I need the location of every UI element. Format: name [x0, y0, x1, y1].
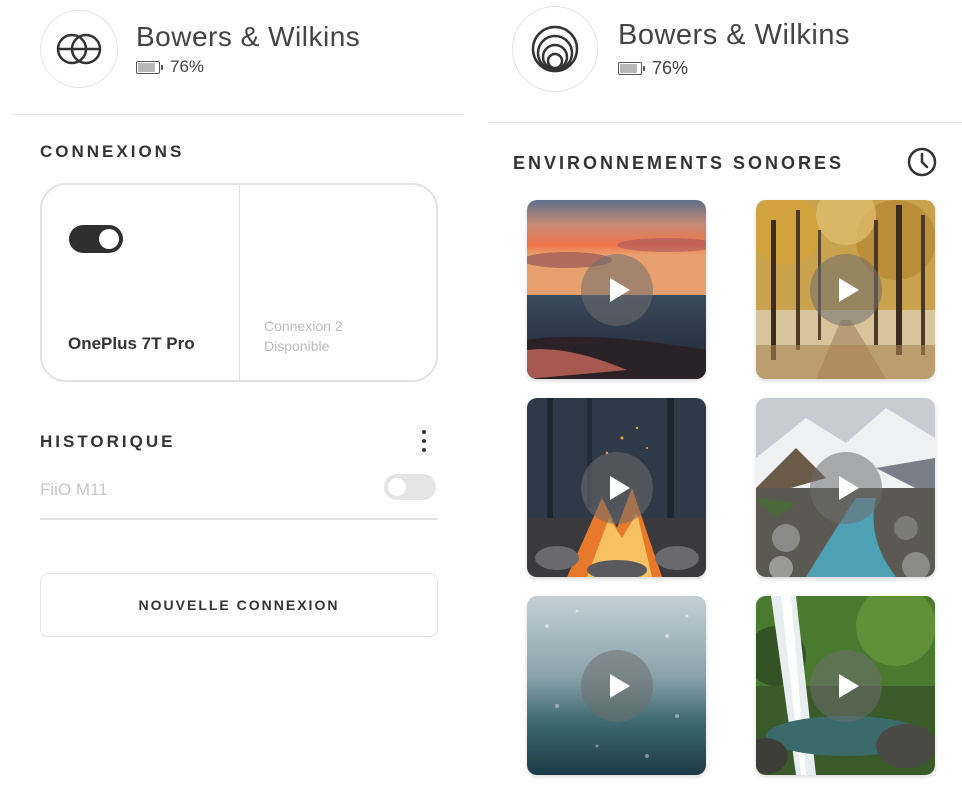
concentric-rings-icon[interactable]	[512, 6, 598, 92]
new-connection-button[interactable]: NOUVELLE CONNEXION	[40, 573, 438, 637]
connection-slot-status: Disponible	[264, 338, 330, 354]
connections-panel: Bowers & Wilkins 76% CONNEXIONS OnePlus …	[0, 0, 476, 795]
history-title: HISTORIQUE	[40, 432, 176, 451]
battery-percentage: 76%	[170, 57, 205, 76]
soundscape-tile-sunset-sea[interactable]	[527, 200, 706, 379]
connection-slot-1[interactable]: OnePlus 7T Pro	[42, 185, 240, 380]
soundscape-tile-campfire[interactable]	[527, 398, 706, 577]
battery-percentage: 76%	[652, 58, 689, 78]
play-icon[interactable]	[810, 254, 882, 326]
connections-title: CONNEXIONS	[40, 142, 185, 161]
play-icon[interactable]	[581, 650, 653, 722]
play-icon[interactable]	[810, 452, 882, 524]
header-divider	[488, 122, 962, 123]
connection-slot-label: Connexion 2	[264, 318, 343, 334]
history-toggle[interactable]	[384, 474, 436, 500]
soundscape-tile-mountain-river[interactable]	[756, 398, 935, 577]
header-divider	[12, 114, 464, 115]
connected-device-name: OnePlus 7T Pro	[68, 334, 195, 353]
history-device-name: FiiO M11	[40, 480, 108, 499]
soundscapes-panel: Bowers & Wilkins 76% ENVIRONNEMENTS SONO…	[476, 0, 962, 795]
soundscape-tile-autumn-forest[interactable]	[756, 200, 935, 379]
connections-card: OnePlus 7T Pro Connexion 2 Disponible	[40, 183, 438, 382]
soundscape-tile-rain-window[interactable]	[527, 596, 706, 775]
battery-icon	[136, 60, 163, 74]
soundscapes-title: ENVIRONNEMENTS SONORES	[513, 153, 845, 173]
connection-slot-2[interactable]: Connexion 2 Disponible	[240, 185, 436, 380]
interlocking-rings-icon[interactable]	[40, 10, 118, 88]
soundscape-tile-waterfall[interactable]	[756, 596, 935, 775]
brand-name: Bowers & Wilkins	[136, 21, 361, 52]
clock-icon[interactable]	[906, 146, 938, 178]
brand-name: Bowers & Wilkins	[618, 19, 850, 51]
play-icon[interactable]	[581, 254, 653, 326]
battery-icon	[618, 62, 645, 75]
device-header: Bowers & Wilkins 76%	[40, 10, 360, 88]
more-vertical-icon[interactable]	[418, 430, 430, 452]
connection-toggle[interactable]	[69, 225, 123, 253]
play-icon[interactable]	[581, 452, 653, 524]
play-icon[interactable]	[810, 650, 882, 722]
history-row[interactable]: FiiO M11	[40, 474, 438, 520]
device-header: Bowers & Wilkins 76%	[512, 6, 850, 92]
